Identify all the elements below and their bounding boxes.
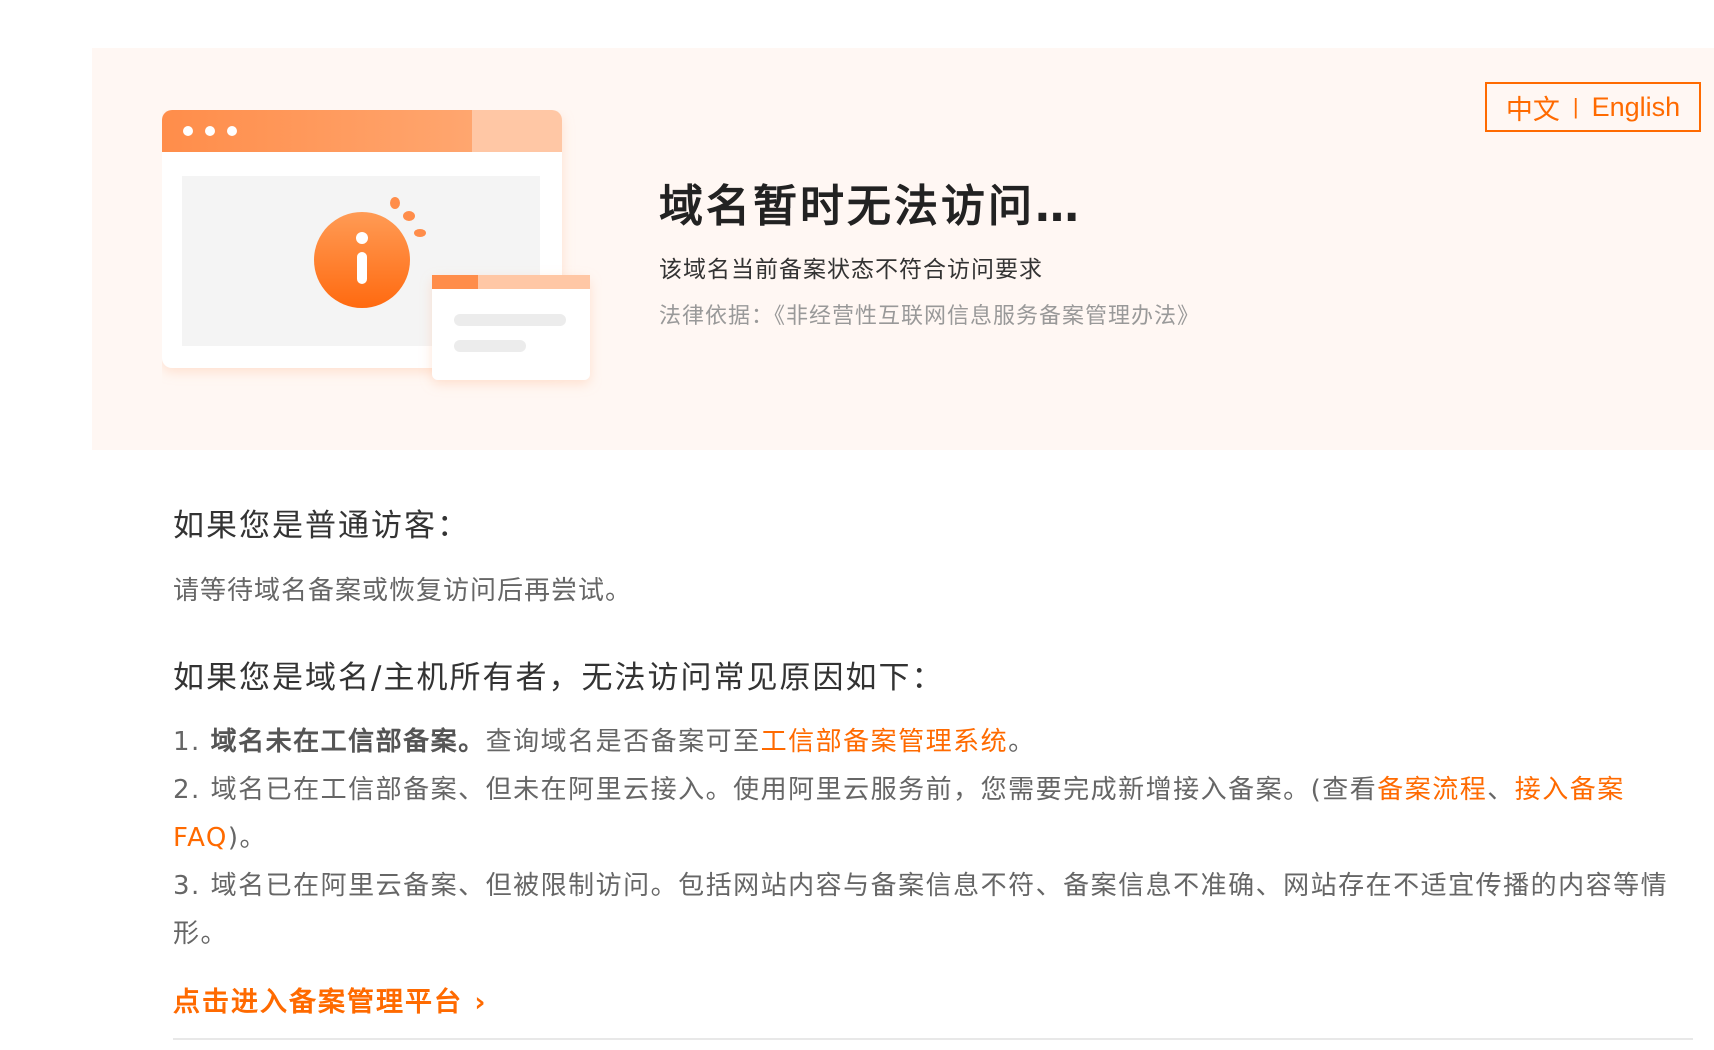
reason-number: 2. (173, 775, 211, 805)
reason-sep: 、 (1487, 775, 1515, 805)
cta-label: 点击进入备案管理平台 (173, 987, 463, 1018)
reason-text: 域名已在工信部备案、但未在阿里云接入。使用阿里云服务前，您需要完成新增接入备案。… (210, 775, 1378, 805)
reason-text: 查询域名是否备案可至 (485, 727, 761, 757)
reason-number: 3. (173, 871, 211, 901)
window-dot-icon (183, 126, 193, 136)
reasons-list: 1. 域名未在工信部备案。查询域名是否备案可至工信部备案管理系统。 2. 域名已… (173, 718, 1693, 958)
hero-banner: 中文 | English 域名暂时无法访问… 该域名当前备案状态不符合访问要求 … (92, 48, 1714, 450)
list-item: 3. 域名已在阿里云备案、但被限制访问。包括网站内容与备案信息不符、备案信息不准… (173, 862, 1693, 958)
reason-end: )。 (227, 823, 268, 853)
legal-basis: 法律依据：《非经营性互联网信息服务备案管理办法》 (659, 304, 1201, 329)
reason-text: 域名已在阿里云备案、但被限制访问。包括网站内容与备案信息不符、备案信息不准确、网… (173, 871, 1669, 949)
divider (173, 1038, 1693, 1040)
reason-number: 1. (173, 727, 211, 757)
lang-option-en[interactable]: English (1592, 92, 1681, 123)
filing-process-link[interactable]: 备案流程 (1377, 775, 1487, 805)
status-subtitle: 该域名当前备案状态不符合访问要求 (659, 257, 1043, 283)
owner-section: 如果您是域名/主机所有者，无法访问常见原因如下： (173, 652, 1693, 697)
owner-heading: 如果您是域名/主机所有者，无法访问常见原因如下： (173, 660, 945, 696)
reason-end: 。 (1008, 727, 1036, 757)
visitor-text-wrap: 请等待域名备案或恢复访问后再尝试。 (173, 570, 1693, 607)
page-title: 域名暂时无法访问… (659, 181, 1082, 232)
visitor-section: 如果您是普通访客： (173, 500, 1693, 545)
miit-system-link[interactable]: 工信部备案管理系统 (761, 727, 1009, 757)
filing-platform-link[interactable]: 点击进入备案管理平台 › (173, 980, 488, 1019)
reason-bold: 域名未在工信部备案。 (210, 727, 486, 757)
list-item: 1. 域名未在工信部备案。查询域名是否备案可至工信部备案管理系统。 (173, 718, 1693, 766)
visitor-heading: 如果您是普通访客： (173, 508, 470, 544)
visitor-text: 请等待域名备案或恢复访问后再尝试。 (173, 576, 633, 606)
chevron-right-icon: › (474, 987, 488, 1018)
lang-separator: | (1572, 94, 1579, 119)
language-switcher[interactable]: 中文 | English (1485, 82, 1701, 132)
list-item: 2. 域名已在工信部备案、但未在阿里云接入。使用阿里云服务前，您需要完成新增接入… (173, 766, 1693, 862)
browser-window-illustration (162, 110, 590, 380)
lang-option-zh[interactable]: 中文 (1506, 88, 1560, 127)
